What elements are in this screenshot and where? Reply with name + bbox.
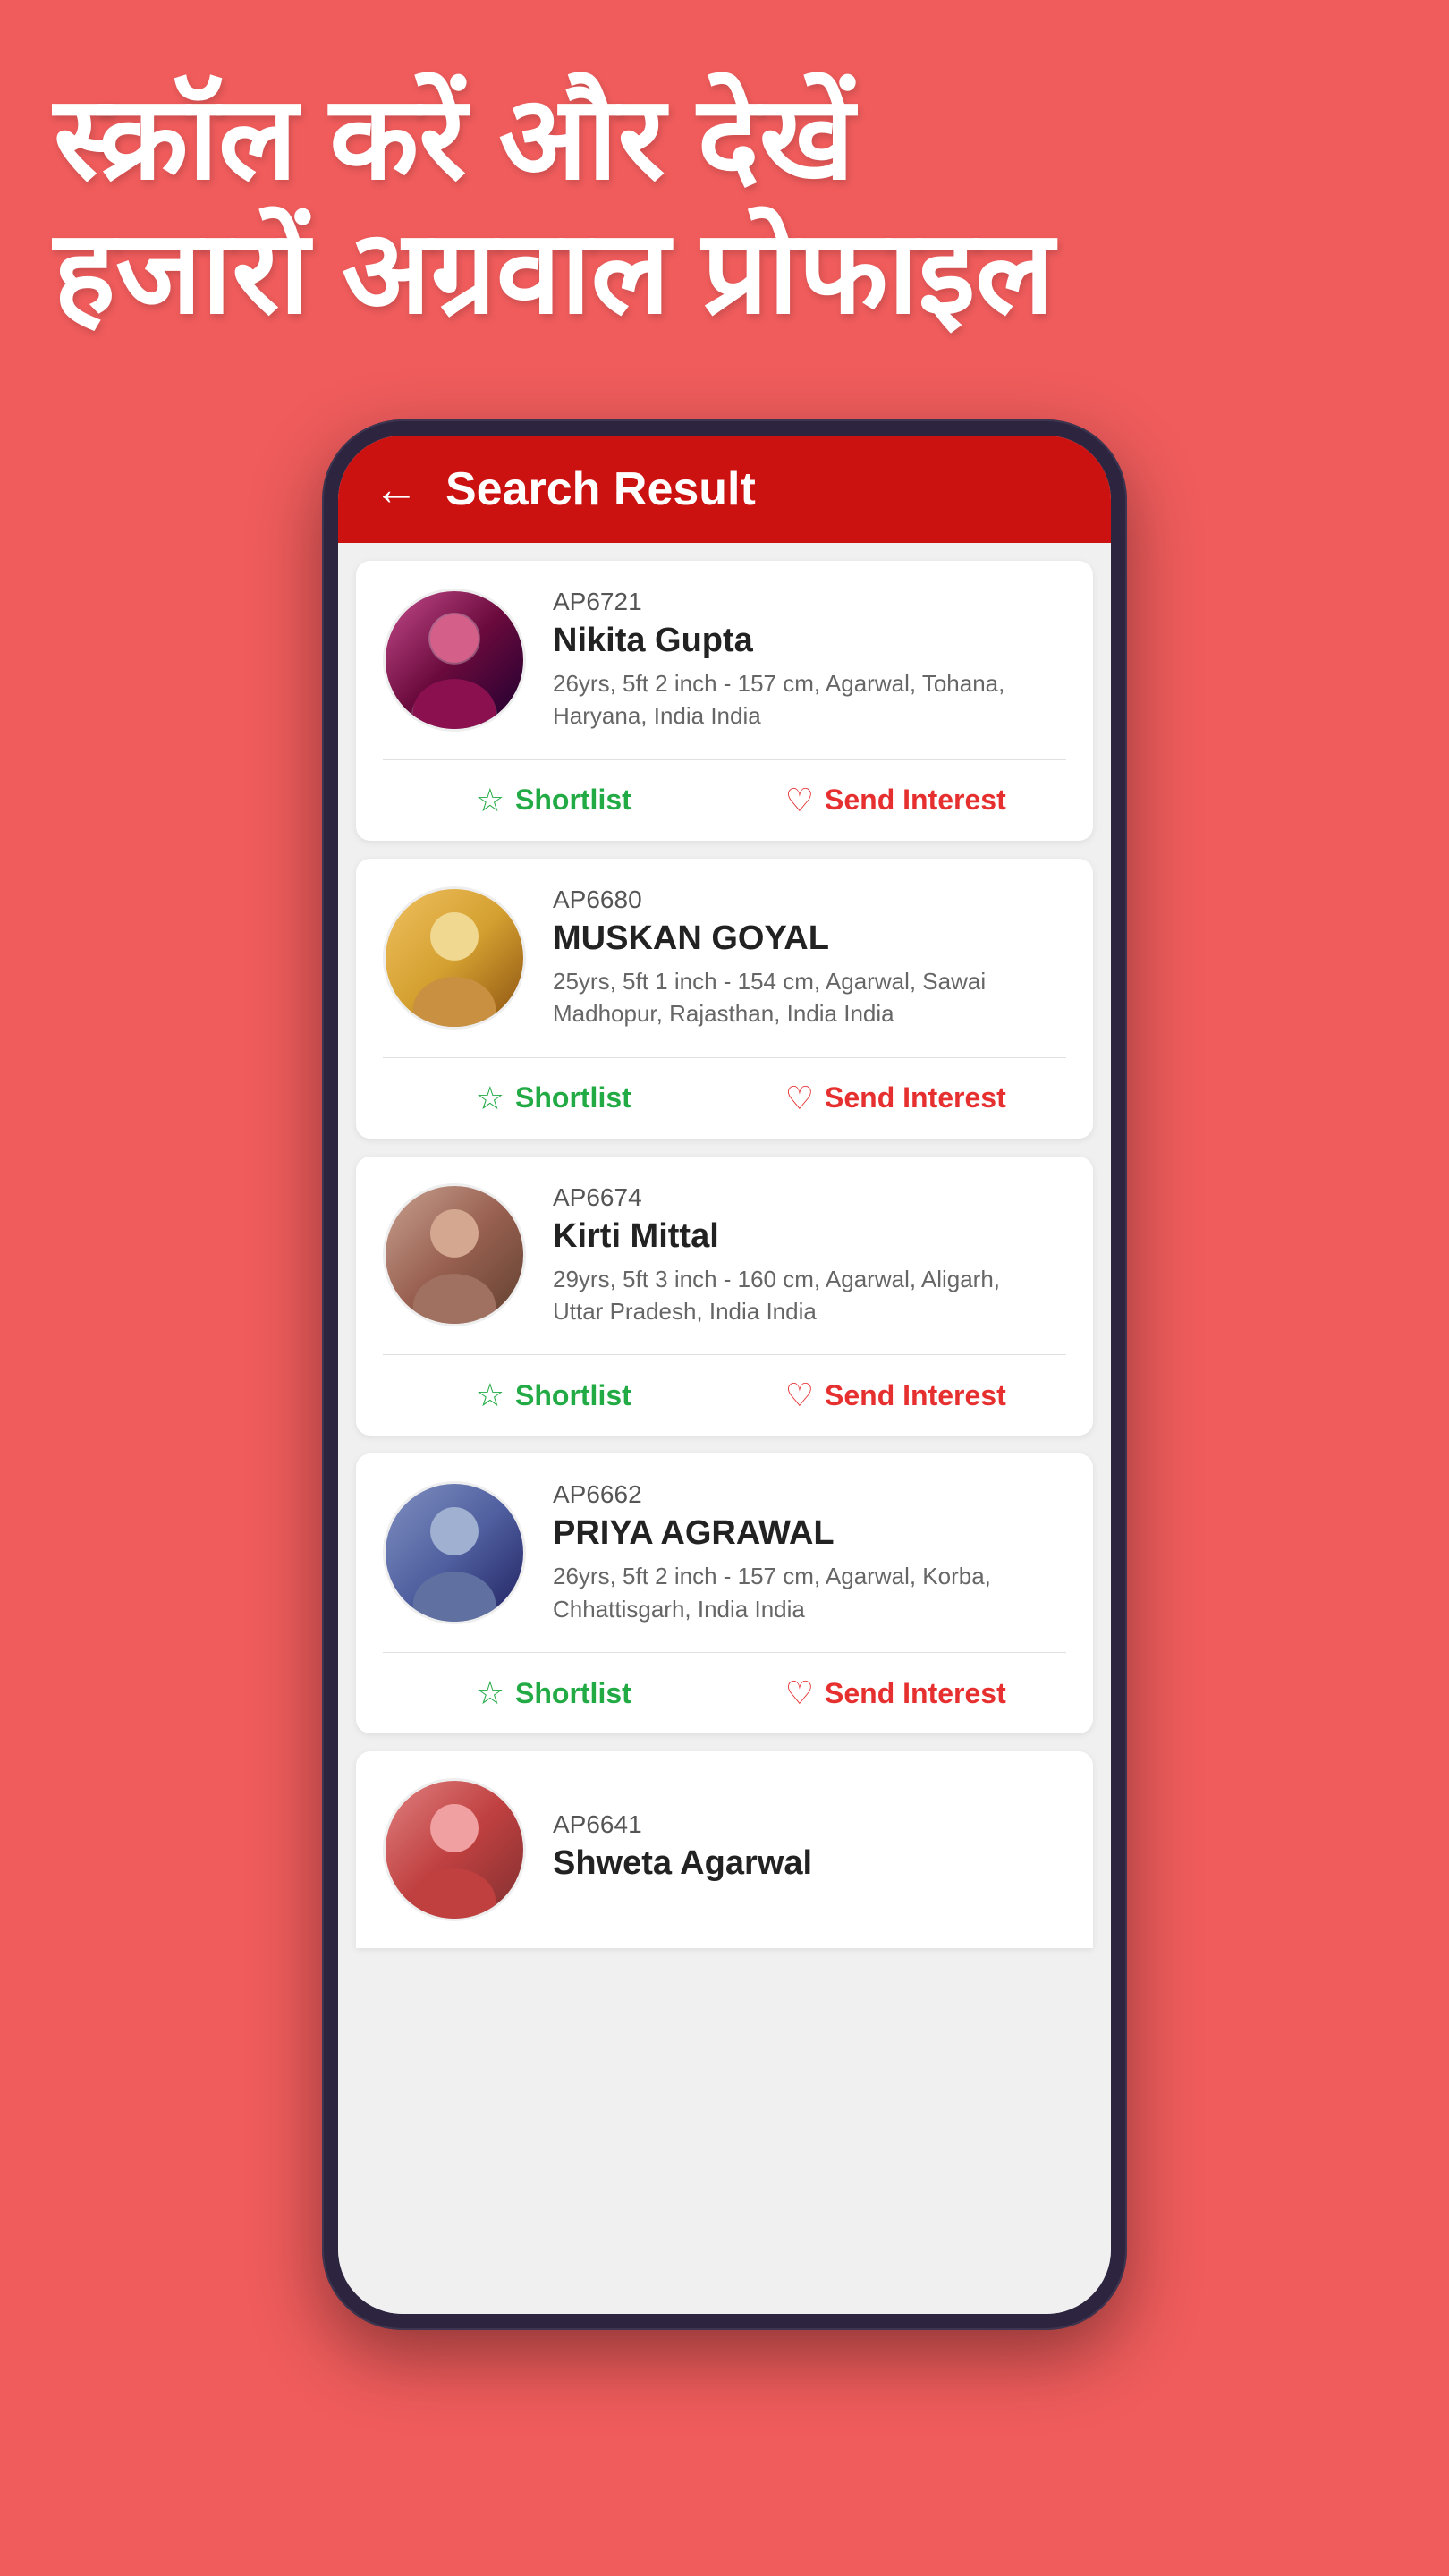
screen-title: Search Result (445, 462, 756, 516)
heart-icon: ♡ (785, 782, 814, 819)
profile-actions: ☆ Shortlist ♡ Send Interest (356, 1058, 1093, 1139)
profile-details: AP6662 PRIYA AGRAWAL 26yrs, 5ft 2 inch -… (553, 1480, 1066, 1625)
profile-info-row: AP6680 MUSKAN GOYAL 25yrs, 5ft 1 inch - … (356, 859, 1093, 1057)
star-icon: ☆ (476, 1377, 504, 1414)
profile-details: AP6680 MUSKAN GOYAL 25yrs, 5ft 1 inch - … (553, 886, 1066, 1030)
profile-id: AP6662 (553, 1480, 1066, 1509)
heart-icon: ♡ (785, 1674, 814, 1712)
profile-info-row: AP6662 PRIYA AGRAWAL 26yrs, 5ft 2 inch -… (356, 1453, 1093, 1652)
phone-screen: ← Search Result (338, 436, 1111, 2314)
profile-info-row: AP6641 Shweta Agarwal (356, 1751, 1093, 1948)
profile-card-partial: AP6641 Shweta Agarwal (356, 1751, 1093, 1948)
hero-section: स्क्रॉल करें और देखें हजारों अग्रवाल प्र… (0, 0, 1449, 393)
star-icon: ☆ (476, 1674, 504, 1712)
avatar[interactable] (383, 886, 526, 1030)
shortlist-button[interactable]: ☆ Shortlist (383, 782, 724, 819)
profile-actions: ☆ Shortlist ♡ Send Interest (356, 1653, 1093, 1733)
hero-line1: स्क्रॉल करें और देखें (54, 72, 1395, 206)
star-icon: ☆ (476, 782, 504, 819)
avatar[interactable] (383, 1183, 526, 1326)
profile-name: PRIYA AGRAWAL (553, 1514, 1066, 1553)
send-interest-label: Send Interest (825, 1379, 1006, 1412)
profile-meta: 26yrs, 5ft 2 inch - 157 cm, Agarwal, Kor… (553, 1560, 1066, 1625)
profile-name: MUSKAN GOYAL (553, 919, 1066, 958)
profile-actions: ☆ Shortlist ♡ Send Interest (356, 1355, 1093, 1436)
profile-details: AP6674 Kirti Mittal 29yrs, 5ft 3 inch - … (553, 1183, 1066, 1328)
profile-info-row: AP6674 Kirti Mittal 29yrs, 5ft 3 inch - … (356, 1157, 1093, 1355)
profiles-list: AP6721 Nikita Gupta 26yrs, 5ft 2 inch - … (338, 543, 1111, 2314)
shortlist-label: Shortlist (515, 784, 631, 817)
avatar[interactable] (383, 589, 526, 732)
profile-id: AP6641 (553, 1810, 1066, 1839)
profile-meta: 25yrs, 5ft 1 inch - 154 cm, Agarwal, Saw… (553, 965, 1066, 1030)
phone-inner: ← Search Result (338, 436, 1111, 2314)
hero-line2: हजारों अग्रवाल प्रोफाइल (54, 206, 1395, 340)
shortlist-button[interactable]: ☆ Shortlist (383, 1080, 724, 1117)
profile-name: Shweta Agarwal (553, 1844, 1066, 1883)
shortlist-label: Shortlist (515, 1379, 631, 1412)
profile-id: AP6674 (553, 1183, 1066, 1212)
hero-text: स्क्रॉल करें और देखें हजारों अग्रवाल प्र… (0, 0, 1449, 393)
profile-name: Kirti Mittal (553, 1217, 1066, 1256)
send-interest-button[interactable]: ♡ Send Interest (725, 1674, 1067, 1712)
profile-id: AP6680 (553, 886, 1066, 914)
profile-meta: 29yrs, 5ft 3 inch - 160 cm, Agarwal, Ali… (553, 1263, 1066, 1328)
profile-card: AP6680 MUSKAN GOYAL 25yrs, 5ft 1 inch - … (356, 859, 1093, 1139)
heart-icon: ♡ (785, 1377, 814, 1414)
profile-card: AP6674 Kirti Mittal 29yrs, 5ft 3 inch - … (356, 1157, 1093, 1436)
app-header: ← Search Result (338, 436, 1111, 543)
star-icon: ☆ (476, 1080, 504, 1117)
send-interest-label: Send Interest (825, 1677, 1006, 1710)
profile-name: Nikita Gupta (553, 622, 1066, 660)
avatar[interactable] (383, 1481, 526, 1624)
send-interest-button[interactable]: ♡ Send Interest (725, 782, 1067, 819)
profile-actions: ☆ Shortlist ♡ Send Interest (356, 760, 1093, 841)
profile-meta: 26yrs, 5ft 2 inch - 157 cm, Agarwal, Toh… (553, 667, 1066, 733)
phone-outer: ← Search Result (322, 419, 1127, 2330)
avatar[interactable] (383, 1778, 526, 1921)
phone-mockup: ← Search Result (0, 393, 1449, 2402)
send-interest-label: Send Interest (825, 1081, 1006, 1114)
send-interest-button[interactable]: ♡ Send Interest (725, 1377, 1067, 1414)
send-interest-label: Send Interest (825, 784, 1006, 817)
shortlist-button[interactable]: ☆ Shortlist (383, 1674, 724, 1712)
profile-card: AP6721 Nikita Gupta 26yrs, 5ft 2 inch - … (356, 561, 1093, 841)
send-interest-button[interactable]: ♡ Send Interest (725, 1080, 1067, 1117)
profile-details: AP6721 Nikita Gupta 26yrs, 5ft 2 inch - … (553, 588, 1066, 733)
profile-card: AP6662 PRIYA AGRAWAL 26yrs, 5ft 2 inch -… (356, 1453, 1093, 1733)
profile-info-row: AP6721 Nikita Gupta 26yrs, 5ft 2 inch - … (356, 561, 1093, 759)
profile-id: AP6721 (553, 588, 1066, 616)
shortlist-button[interactable]: ☆ Shortlist (383, 1377, 724, 1414)
heart-icon: ♡ (785, 1080, 814, 1117)
profile-details: AP6641 Shweta Agarwal (553, 1810, 1066, 1890)
shortlist-label: Shortlist (515, 1081, 631, 1114)
back-button[interactable]: ← (374, 463, 419, 515)
shortlist-label: Shortlist (515, 1677, 631, 1710)
